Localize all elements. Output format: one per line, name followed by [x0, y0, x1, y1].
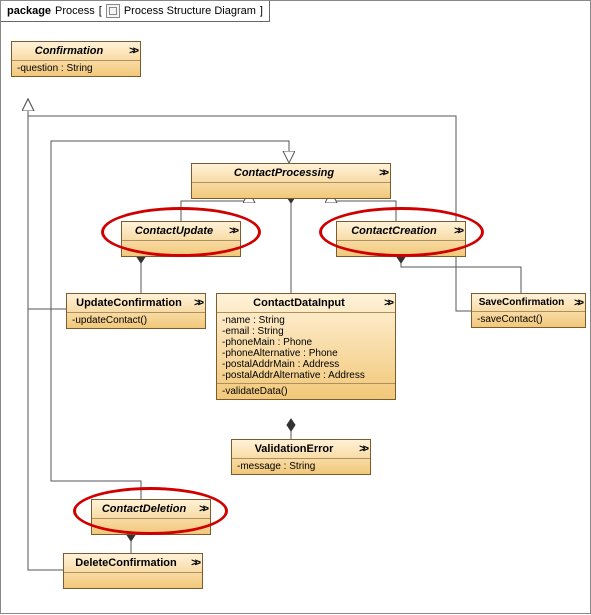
package-name: Process: [55, 5, 95, 17]
chevron-icon: >>: [194, 297, 201, 309]
diagram-canvas: package Process [ Process Structure Diag…: [0, 0, 591, 614]
class-delete-confirmation[interactable]: DeleteConfirmation >>: [63, 553, 203, 589]
class-contact-data-input[interactable]: ContactDataInput >> -name : String -emai…: [216, 293, 396, 400]
chevron-icon: >>: [229, 225, 236, 237]
chevron-icon: >>: [129, 45, 136, 57]
class-title: SaveConfirmation: [479, 297, 565, 308]
tree-icon: [106, 4, 120, 18]
class-title: ContactDataInput: [253, 297, 345, 309]
class-title: ContactUpdate: [135, 225, 213, 237]
diagram-label: Process Structure Diagram: [124, 5, 256, 17]
chevron-icon: >>: [384, 297, 391, 309]
class-title: ContactDeletion: [102, 503, 186, 515]
class-title: ContactCreation: [351, 225, 437, 237]
class-ops: -validateData(): [217, 383, 395, 399]
class-body: [64, 573, 202, 588]
class-title: ValidationError: [255, 443, 334, 455]
class-contact-deletion[interactable]: ContactDeletion >>: [91, 499, 211, 535]
class-save-confirmation[interactable]: SaveConfirmation >> -saveContact(): [471, 293, 586, 328]
class-attrs: -message : String: [232, 459, 370, 474]
package-tab: package Process [ Process Structure Diag…: [1, 1, 270, 22]
class-update-confirmation[interactable]: UpdateConfirmation >> -updateContact(): [66, 293, 206, 329]
package-keyword: package: [7, 5, 51, 17]
class-contact-update[interactable]: ContactUpdate >>: [121, 221, 241, 257]
chevron-icon: >>: [574, 297, 581, 309]
class-body: [122, 241, 240, 256]
class-title: DeleteConfirmation: [75, 557, 176, 569]
class-body: [192, 183, 390, 198]
class-title: UpdateConfirmation: [76, 297, 182, 309]
bracket-close: ]: [260, 5, 263, 17]
class-ops: -saveContact(): [472, 312, 585, 327]
chevron-icon: >>: [359, 443, 366, 455]
class-contact-creation[interactable]: ContactCreation >>: [336, 221, 466, 257]
chevron-icon: >>: [191, 557, 198, 569]
class-confirmation[interactable]: Confirmation >> -question : String: [11, 41, 141, 77]
chevron-icon: >>: [379, 167, 386, 179]
class-contact-processing[interactable]: ContactProcessing >>: [191, 163, 391, 199]
class-title: Confirmation: [35, 45, 103, 57]
class-body: [337, 241, 465, 256]
class-attrs: -question : String: [12, 61, 140, 76]
bracket-open: [: [99, 5, 102, 17]
class-validation-error[interactable]: ValidationError >> -message : String: [231, 439, 371, 475]
class-attrs: -name : String -email : String -phoneMai…: [217, 313, 395, 383]
chevron-icon: >>: [454, 225, 461, 237]
chevron-icon: >>: [199, 503, 206, 515]
class-ops: -updateContact(): [67, 313, 205, 328]
class-title: ContactProcessing: [234, 167, 334, 179]
class-body: [92, 519, 210, 534]
